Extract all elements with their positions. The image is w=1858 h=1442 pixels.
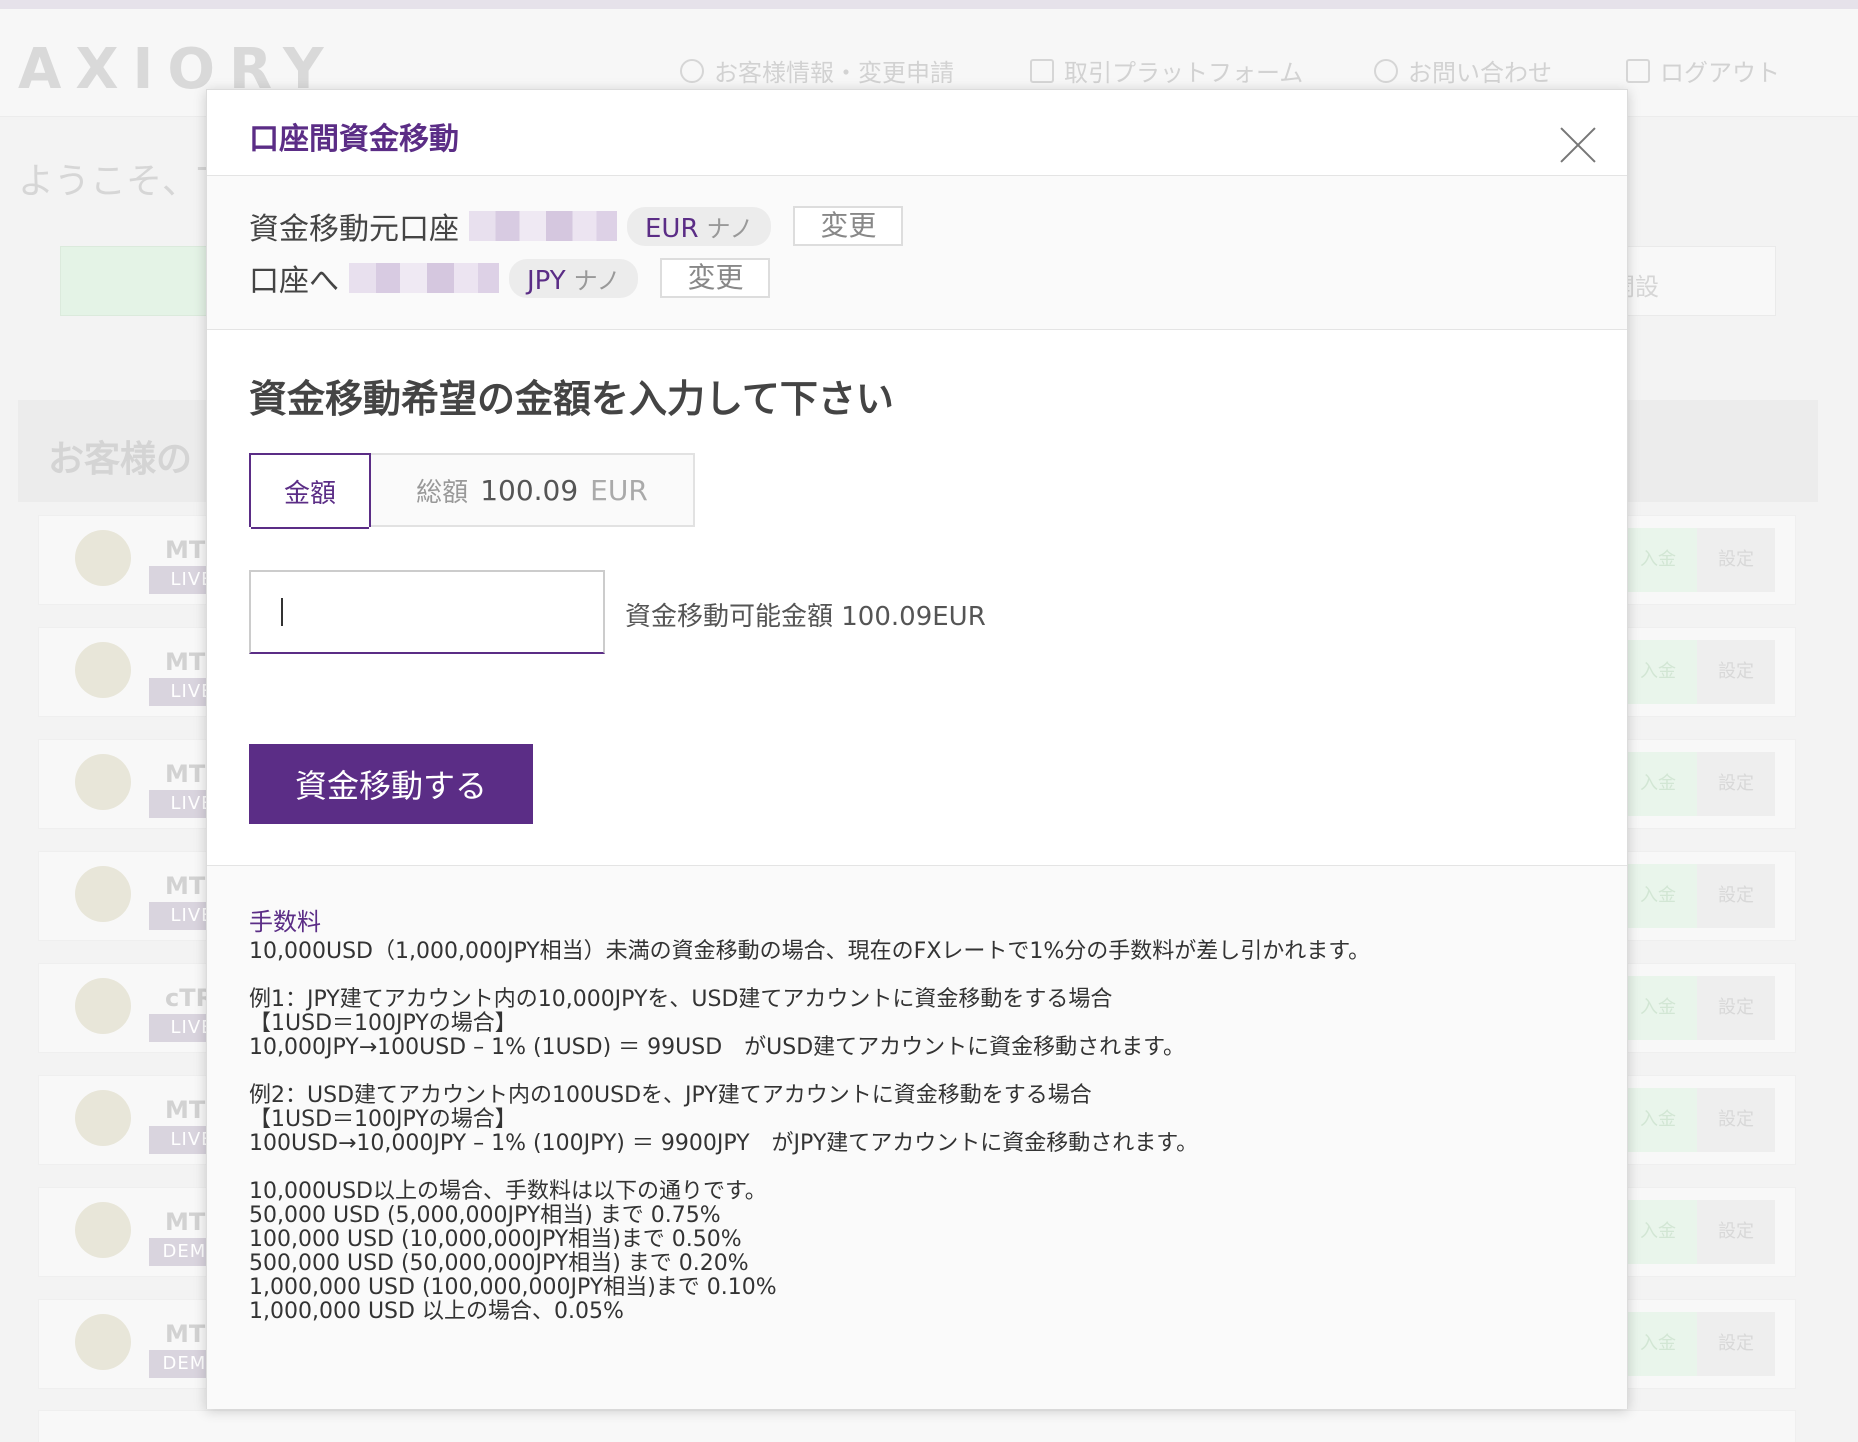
total-currency: EUR (590, 473, 648, 507)
background-green-button[interactable] (60, 246, 220, 316)
settings-button[interactable]: 設定 (1697, 864, 1775, 928)
tab-amount[interactable]: 金額 (249, 453, 371, 529)
transfer-submit-button[interactable]: 資金移動する (249, 744, 533, 824)
account-selection: 資金移動元口座 EUR ナノ 変更 口座へ JPY ナノ 変更 (207, 176, 1627, 330)
settings-button[interactable]: 設定 (1697, 1088, 1775, 1152)
fee-example2-line: 例2：USD建てアカウント内の100USDを、JPY建てアカウントに資金移動をす… (249, 1083, 1092, 1108)
nav-label: お客様情報・変更申請 (714, 59, 954, 87)
platform-logo: MT4 LIVE (69, 860, 235, 934)
fee-tier-line: 1,000,000 USD 以上の場合、0.05% (249, 1299, 624, 1324)
amount-section: 資金移動希望の金額を入力して下さい 金額 総額 100.09 EUR 資金移動可… (207, 330, 1627, 864)
nav-contact[interactable]: お問い合わせ (1374, 53, 1552, 88)
deposit-button[interactable]: 入金 (1619, 864, 1697, 928)
fee-intro: 10,000USD（1,000,000JPY相当）未満の資金移動の場合、現在のF… (249, 939, 1371, 964)
settings-button[interactable]: 設定 (1697, 528, 1775, 592)
source-account-label: 資金移動元口座 (249, 212, 459, 247)
platform-icon (1030, 58, 1054, 83)
fee-tier-line: 500,000 USD (50,000,000JPY相当) まで 0.20% (249, 1251, 749, 1276)
logout-icon (1626, 58, 1650, 83)
platform-logo: MT4 LIVE (69, 1084, 235, 1158)
fee-example1-line: 【1USD＝100JPYの場合】 (249, 1011, 517, 1036)
destination-currency-badge: JPY ナノ (509, 258, 639, 298)
amount-heading: 資金移動希望の金額を入力して下さい (249, 377, 894, 421)
platform-logo: MT4 LIVE (69, 748, 235, 822)
available-amount: 資金移動可能金額 100.09EUR (625, 602, 986, 632)
deposit-button[interactable]: 入金 (1619, 1312, 1697, 1376)
help-icon (1374, 58, 1398, 83)
fee-example2-line: 100USD→10,000JPY – 1% (100JPY) ＝ 9900JPY… (249, 1131, 1199, 1156)
source-account-row: 資金移動元口座 EUR ナノ 変更 (249, 204, 904, 248)
deposit-button[interactable]: 入金 (1619, 1088, 1697, 1152)
globe-icon (75, 1202, 131, 1258)
globe-icon (75, 530, 131, 586)
deposit-button[interactable]: 入金 (1619, 1200, 1697, 1264)
source-account-number-redacted (469, 211, 617, 241)
nav-label: ログアウト (1660, 59, 1780, 87)
transfer-modal: 口座間資金移動 資金移動元口座 EUR ナノ 変更 口座へ JPY ナノ 変更 資金… (206, 89, 1628, 1409)
amount-input[interactable] (249, 570, 605, 654)
destination-account-number-redacted (349, 263, 499, 293)
globe-icon (75, 866, 131, 922)
change-source-button[interactable]: 変更 (793, 206, 904, 246)
fee-tier-line: 50,000 USD (5,000,000JPY相当) まで 0.75% (249, 1203, 721, 1228)
table-header-row (38, 1410, 1796, 1442)
total-label: 総額 (416, 477, 469, 508)
top-accent-line (0, 0, 1858, 9)
welcome-text: ようこそ、T (18, 161, 220, 202)
globe-icon (75, 1314, 131, 1370)
close-icon[interactable] (1561, 128, 1595, 162)
change-destination-button[interactable]: 変更 (660, 258, 771, 298)
amount-tabs: 金額 総額 100.09 EUR (249, 453, 695, 529)
user-icon (680, 58, 704, 83)
globe-icon (75, 1090, 131, 1146)
fee-title: 手数料 (249, 908, 321, 936)
deposit-button[interactable]: 入金 (1619, 640, 1697, 704)
fee-example1-line: 例1：JPY建てアカウント内の10,000JPYを、USD建てアカウントに資金移… (249, 987, 1113, 1012)
fee-example2-line: 【1USD＝100JPYの場合】 (249, 1107, 517, 1132)
settings-button[interactable]: 設定 (1697, 976, 1775, 1040)
fee-info: 手数料 10,000USD（1,000,000JPY相当）未満の資金移動の場合、… (207, 865, 1627, 1409)
platform-logo: MT4 LIVE (69, 636, 235, 710)
source-currency-badge: EUR ナノ (627, 206, 772, 246)
total-value: 100.09 (480, 473, 579, 507)
nav-customer-info[interactable]: お客様情報・変更申請 (680, 53, 954, 88)
tab-total[interactable]: 総額 100.09 EUR (371, 453, 695, 527)
destination-account-label: 口座へ (249, 264, 339, 299)
modal-header: 口座間資金移動 (207, 90, 1627, 176)
text-caret (281, 598, 283, 626)
fee-tier-line: 100,000 USD (10,000,000JPY相当)まで 0.50% (249, 1227, 742, 1252)
accounts-panel-title: お客様の (48, 439, 193, 480)
globe-icon (75, 978, 131, 1034)
globe-icon (75, 754, 131, 810)
platform-logo: MT4 LIVE (69, 524, 235, 598)
platform-logo: MT4 DEMO (69, 1196, 235, 1270)
modal-title: 口座間資金移動 (249, 122, 459, 157)
nav-logout[interactable]: ログアウト (1626, 53, 1780, 88)
settings-button[interactable]: 設定 (1697, 1200, 1775, 1264)
deposit-button[interactable]: 入金 (1619, 752, 1697, 816)
nav-trading-platform[interactable]: 取引プラットフォーム (1030, 53, 1303, 88)
deposit-button[interactable]: 入金 (1619, 528, 1697, 592)
fee-tier-line: 10,000USD以上の場合、手数料は以下の通りです。 (249, 1179, 767, 1204)
destination-account-row: 口座へ JPY ナノ 変更 (249, 256, 771, 300)
settings-button[interactable]: 設定 (1697, 1312, 1775, 1376)
platform-logo: cTRADERLIVE (69, 972, 287, 1046)
nav-label: お問い合わせ (1408, 59, 1552, 87)
fee-example1-line: 10,000JPY→100USD – 1% (1USD) ＝ 99USD がUS… (249, 1035, 1185, 1060)
deposit-button[interactable]: 入金 (1619, 976, 1697, 1040)
settings-button[interactable]: 設定 (1697, 752, 1775, 816)
globe-icon (75, 642, 131, 698)
fee-tier-line: 1,000,000 USD (100,000,000JPY相当)まで 0.10% (249, 1275, 777, 1300)
nav-label: 取引プラットフォーム (1064, 59, 1304, 87)
settings-button[interactable]: 設定 (1697, 640, 1775, 704)
platform-logo: MT4 DEMO (69, 1308, 235, 1382)
